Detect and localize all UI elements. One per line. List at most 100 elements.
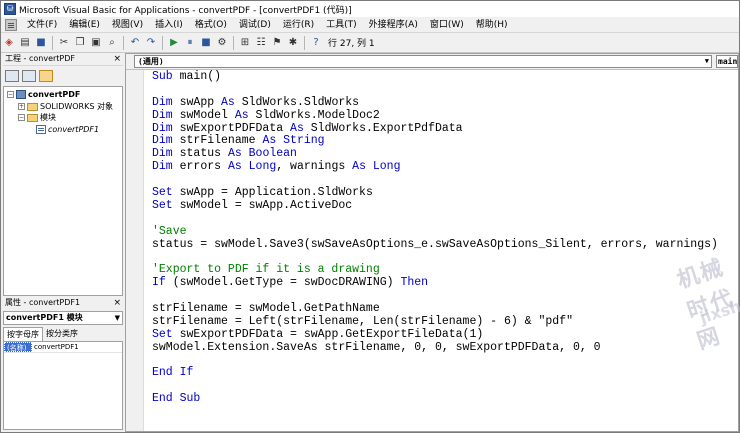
properties-object-selector[interactable]: convertPDF1 模块 ▼ — [3, 311, 123, 325]
code-line[interactable]: Dim errors As Long, warnings As Long — [152, 160, 736, 174]
menu-edit[interactable]: 编辑(E) — [63, 17, 106, 33]
code-keyword: Then — [400, 276, 429, 290]
project-panel-title: 工程 - convertPDF × — [3, 53, 123, 65]
code-line[interactable]: End If — [152, 367, 736, 380]
insert-userform-icon[interactable]: ▤ — [18, 36, 32, 50]
toolbox-icon[interactable]: ✱ — [286, 36, 300, 50]
cut-icon[interactable]: ✂ — [57, 36, 71, 50]
code-text: swModel — [172, 108, 235, 122]
view-object-icon[interactable] — [22, 69, 36, 82]
properties-grid: (名称) convertPDF1 — [3, 341, 123, 430]
menu-file[interactable]: 文件(F) — [21, 17, 63, 33]
code-keyword: As Long — [227, 160, 277, 174]
code-text: main() — [172, 70, 222, 83]
view-code-icon[interactable] — [5, 69, 19, 82]
vba-editor-window: ⛁ Microsoft Visual Basic for Application… — [0, 0, 740, 433]
code-line[interactable]: End Sub — [152, 392, 736, 406]
window-title: Microsoft Visual Basic for Applications … — [19, 5, 352, 16]
chevron-down-icon[interactable]: ▼ — [705, 56, 709, 67]
property-value[interactable]: convertPDF1 — [32, 342, 79, 352]
pause-icon[interactable]: ⏸ — [183, 36, 197, 50]
properties-window-icon[interactable]: ☷ — [254, 36, 268, 50]
tree-solidworks-label: SOLIDWORKS 对象 — [40, 102, 113, 111]
chevron-down-icon[interactable]: ▼ — [115, 312, 120, 324]
help-icon[interactable]: ? — [309, 36, 323, 50]
code-keyword: Dim — [152, 134, 173, 148]
properties-panel-title: 属性 - convertPDF1 × — [3, 297, 123, 309]
code-keyword: Set — [152, 327, 173, 341]
menu-format[interactable]: 格式(O) — [189, 17, 233, 33]
code-line[interactable]: If (swModel.GetType = swDocDRAWING) Then — [152, 276, 736, 290]
code-keyword: As String — [262, 134, 325, 148]
code-text: SldWorks.ModelDoc2 — [248, 108, 380, 122]
menu-addins[interactable]: 外接程序(A) — [363, 17, 424, 33]
properties-tabs: 按字母序 按分类序 — [3, 327, 123, 341]
expand-toggle-icon[interactable]: + — [18, 103, 25, 110]
project-explorer-icon[interactable]: ⊞ — [238, 36, 252, 50]
object-dropdown[interactable]: (通用) ▼ — [134, 55, 712, 68]
reset-icon[interactable]: ■ — [199, 36, 213, 50]
code-keyword: Dim — [152, 108, 173, 122]
tree-item-solidworks-objects[interactable]: + SOLIDWORKS 对象 — [18, 101, 113, 112]
tab-categorized[interactable]: 按分类序 — [43, 327, 81, 341]
menu-help[interactable]: 帮助(H) — [470, 17, 514, 33]
run-icon[interactable]: ▶ — [167, 36, 181, 50]
collapse-toggle-icon[interactable]: − — [7, 91, 14, 98]
code-margin-indicator-bar[interactable] — [126, 70, 144, 431]
properties-panel-close-icon[interactable]: × — [113, 297, 121, 309]
code-line[interactable]: Set swModel = swApp.ActiveDoc — [152, 198, 736, 213]
find-icon[interactable]: ⌕ — [105, 36, 119, 50]
code-text: strFilename = Left(strFilename, Len(strF… — [152, 314, 573, 328]
menu-bar: 文件(F) 编辑(E) 视图(V) 插入(I) 格式(O) 调试(D) 运行(R… — [1, 17, 739, 33]
code-line[interactable]: swModel.Extension.SaveAs strFilename, 0,… — [152, 341, 736, 355]
code-keyword: Dim — [152, 147, 173, 161]
paste-icon[interactable]: ▣ — [89, 36, 103, 50]
tree-project-label: convertPDF — [28, 90, 81, 99]
object-dropdown-value: (通用) — [138, 57, 164, 66]
project-panel-close-icon[interactable]: × — [113, 53, 121, 65]
procedure-dropdown[interactable]: main — [716, 55, 738, 68]
code-window: (通用) ▼ main Sub main() Dim swApp As SldWo… — [125, 53, 740, 432]
code-editor[interactable]: Sub main() Dim swApp As SldWorks.SldWorks… — [152, 70, 736, 431]
code-keyword: As Boolean — [227, 147, 297, 161]
code-text: (swModel.GetType = swDocDRAWING) — [165, 276, 401, 290]
tree-item-modules[interactable]: − 模块 — [18, 112, 56, 123]
tree-item-module-convertpdf1[interactable]: convertPDF1 — [36, 124, 99, 135]
menu-insert[interactable]: 插入(I) — [149, 17, 189, 33]
tree-module-label: convertPDF1 — [48, 125, 100, 134]
code-keyword: End If — [152, 366, 194, 380]
code-text: errors — [172, 160, 228, 174]
tree-item-project[interactable]: − convertPDF — [7, 89, 80, 100]
toolbar-separator — [52, 35, 53, 50]
collapse-toggle-icon[interactable]: − — [18, 114, 25, 121]
menu-run[interactable]: 运行(R) — [277, 17, 320, 33]
code-line[interactable]: Sub main() — [152, 70, 736, 84]
document-menu-icon[interactable] — [5, 18, 17, 31]
code-line[interactable]: status = swModel.Save3(swSaveAsOptions_e… — [152, 237, 736, 252]
menu-view[interactable]: 视图(V) — [106, 17, 149, 33]
redo-icon[interactable]: ↷ — [144, 36, 158, 50]
code-comment: 'Save — [152, 224, 187, 238]
code-text: status = swModel.Save3(swSaveAsOptions_e… — [152, 237, 718, 251]
code-line[interactable] — [152, 380, 736, 393]
code-keyword: Dim — [152, 160, 173, 174]
code-text: status — [172, 147, 228, 161]
solidworks-icon[interactable]: ◈ — [2, 36, 16, 50]
code-keyword: If — [152, 276, 166, 290]
save-icon[interactable]: ■ — [34, 36, 48, 50]
menu-window[interactable]: 窗口(W) — [424, 17, 470, 33]
toolbar-separator — [162, 35, 163, 50]
property-row[interactable]: (名称) convertPDF1 — [4, 342, 122, 353]
copy-icon[interactable]: ❐ — [73, 36, 87, 50]
standard-toolbar: ◈ ▤ ■ ✂ ❐ ▣ ⌕ ↶ ↷ ▶ ⏸ ■ ⚙ ⊞ ☷ ⚑ ✱ ? 行 27… — [1, 33, 739, 53]
menu-debug[interactable]: 调试(D) — [233, 17, 277, 33]
code-line[interactable] — [152, 213, 736, 226]
object-browser-icon[interactable]: ⚑ — [270, 36, 284, 50]
undo-icon[interactable]: ↶ — [128, 36, 142, 50]
code-text: swModel = swApp.ActiveDoc — [172, 198, 353, 212]
code-line[interactable] — [152, 355, 736, 368]
tab-alphabetic[interactable]: 按字母序 — [3, 327, 43, 341]
toggle-folders-icon[interactable] — [39, 69, 53, 82]
menu-tools[interactable]: 工具(T) — [320, 17, 363, 33]
design-mode-icon[interactable]: ⚙ — [215, 36, 229, 50]
